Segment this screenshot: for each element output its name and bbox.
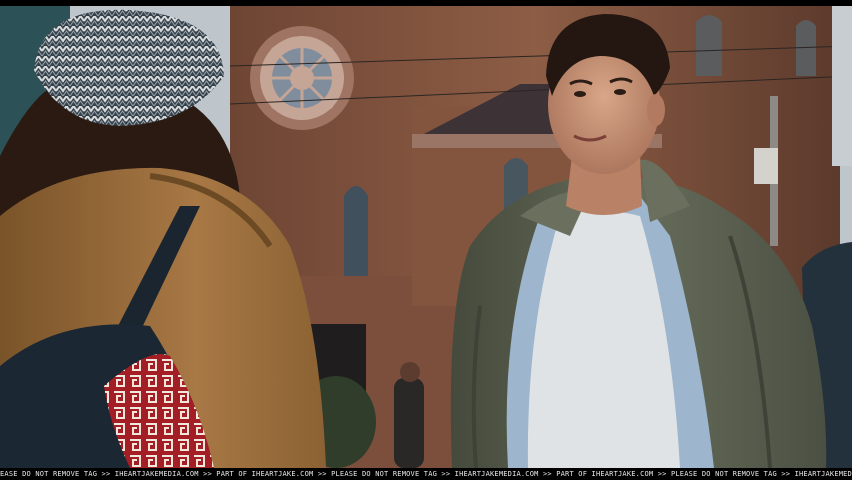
- movie-still-scene: [0, 6, 852, 468]
- video-frame: EASE DO NOT REMOVE TAG >> IHEARTJAKEMEDI…: [0, 0, 852, 480]
- watermark-tag-strip: EASE DO NOT REMOVE TAG >> IHEARTJAKEMEDI…: [0, 468, 852, 480]
- watermark-text: EASE DO NOT REMOVE TAG >> IHEARTJAKEMEDI…: [0, 470, 852, 478]
